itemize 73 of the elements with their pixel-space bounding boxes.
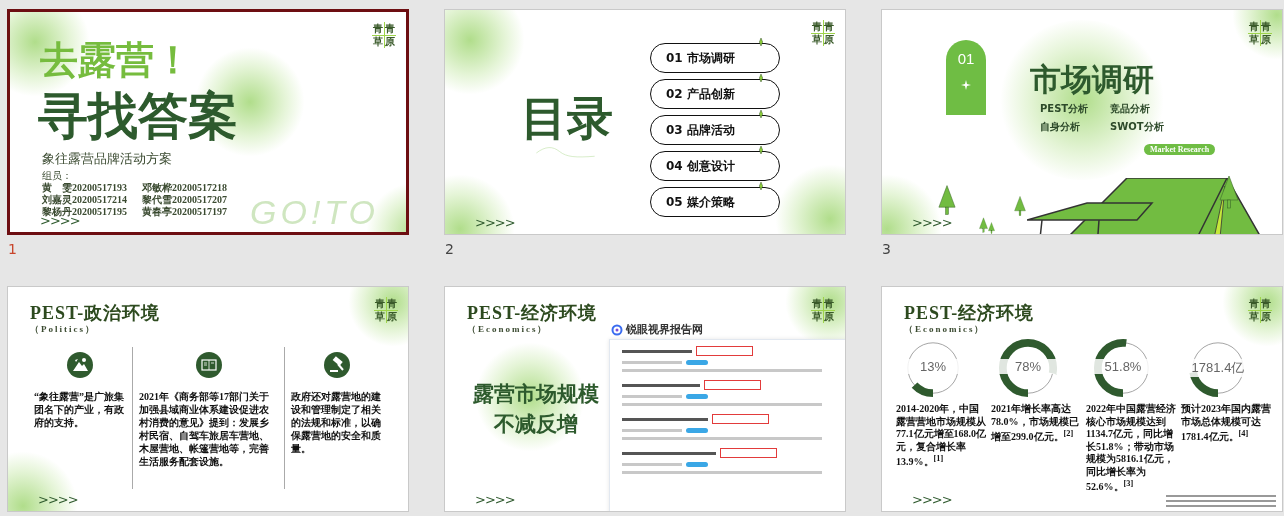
slide-title: 市场调研 [1030, 62, 1154, 98]
arrow-marks: >>>> [912, 492, 952, 507]
brand-logo: 青 青 草 原 [811, 297, 835, 323]
topic-label: 竞品分析 [1110, 102, 1151, 116]
contents-item: 01 市场调研 [650, 43, 780, 73]
tree-icon [1014, 196, 1026, 216]
mountain-icon [67, 352, 93, 378]
slide-headline: 不减反增 [494, 411, 578, 438]
section-badge: 01 [946, 40, 986, 115]
diamond-icon [757, 109, 765, 119]
arrow-marks: >>>> [912, 215, 952, 230]
column-text: 2021年《商务部等17部门关于加强县域商业体系建设促进农村消费的意见》提到：发展乡村民宿、自驾车旅居车营地、木屋营地、帐篷营地等，完善生活服务配套设施。 [139, 390, 270, 468]
brand-logo: 青 青 草 原 [1248, 20, 1272, 46]
diamond-icon [757, 181, 765, 191]
member-entry: 黄 雯20200517193 [42, 182, 128, 194]
brand-logo: 青 青 草 原 [372, 22, 396, 48]
slide-thumbnail[interactable]: PEST-经济环境 （Economics） 露营市场规模 不减反增 锐眼视界报告网 青 青 草 原 >>>> [444, 286, 846, 512]
slide-title: PEST-政治环境 [30, 302, 161, 325]
brand-logo: 青 青 草 原 [374, 297, 398, 323]
site-name: 锐眼视界报告网 [626, 322, 703, 337]
slide-thumbnail[interactable]: 01 市场调研 PEST分析 竞品分析 自身分析 SWOT分析 Market Research 青 青 草 原 >>>> [881, 9, 1283, 235]
topic-label: 自身分析 [1040, 120, 1081, 134]
slide-number: 3 [882, 241, 891, 257]
member-entry: 邓敏桦20200517218 [142, 182, 228, 194]
slide-thumbnail[interactable]: PEST-政治环境 （Politics） “象往露营”是广旅集团名下的产业，有政府的支持。 2021年《商务部等17部门关于加强县域商业体系建设促进农村消费的意见》提到：发展乡村民宿、自驾车旅居车营地、木屋营地、帐篷营地等，完善生活服务配套设施。 政府还对露营地的建设和管理制定了相关的法规和标准，以确保露营地的安全和质量。 青 青 草 原 >>>> [7, 286, 409, 512]
slide-subtitle: （Politics） [30, 323, 96, 336]
tree-icon [1219, 173, 1239, 211]
topic-label: SWOT分析 [1110, 120, 1165, 134]
stat-description: 2021年增长率高达78.0%，市场规模已增至299.0亿元。$^{[2]}$ [991, 403, 1080, 444]
arrow-marks: >>>> [38, 492, 78, 507]
brand-logo: 青 青 草 原 [1248, 297, 1272, 323]
slide-number: 2 [445, 241, 454, 257]
slide-title: 目录 [521, 94, 613, 144]
diamond-icon [757, 145, 765, 155]
slide-subtitle: （Economics） [904, 323, 986, 336]
arrow-marks: >>>> [475, 215, 515, 230]
slide-headline: 去露营！ [40, 38, 192, 82]
diamond-icon [757, 37, 765, 47]
brand-logo: 青 青 草 原 [811, 20, 835, 46]
slide-subtitle: 象往露营品牌活动方案 [42, 150, 172, 168]
tree-icon [979, 217, 988, 233]
diamond-icon [757, 73, 765, 83]
slide-title: PEST-经济环境 [467, 302, 598, 325]
slide-headline: 露营市场规模 [473, 381, 599, 408]
column-text: 政府还对露营地的建设和管理制定了相关的法规和标准，以确保露营地的安全和质量。 [291, 390, 382, 455]
watermark-text: GO!TO [250, 192, 379, 232]
stat-description: 预计2023年国内露营市场总体规模可达1781.4亿元。$^{[4]}$ [1181, 403, 1271, 444]
slide-title: 寻找答案 [38, 87, 238, 146]
site-logo-icon [611, 323, 623, 336]
member-entry: 黄春亭20200517197 [142, 206, 228, 218]
contents-item: 03 品牌活动 [650, 115, 780, 145]
arrow-marks: >>>> [475, 492, 515, 507]
topic-label: PEST分析 [1040, 102, 1090, 116]
stat-description: 2014-2020年，中国露营营地市场规模从77.1亿元增至168.0亿元，复合增长率13.9%。$^{[1]}$ [896, 403, 986, 469]
member-entry: 刘嘉灵20200517214 [42, 194, 128, 206]
member-entry: 黎代雪20200517207 [142, 194, 228, 206]
slide-number: 1 [8, 241, 17, 257]
contents-item: 05 媒介策略 [650, 187, 780, 217]
contents-item: 04 创意设计 [650, 151, 780, 181]
members-label: 组员： [42, 169, 72, 182]
slide-title: PEST-经济环境 [904, 302, 1035, 325]
contents-item: 02 产品创新 [650, 79, 780, 109]
column-text: “象往露营”是广旅集团名下的产业，有政府的支持。 [34, 390, 125, 429]
tree-icon [938, 185, 956, 215]
tag-pill: Market Research [1144, 144, 1216, 155]
sparkle-icon [961, 80, 971, 90]
book-icon [195, 352, 222, 378]
progress-ring: 78% [997, 337, 1059, 399]
gavel-icon [323, 352, 350, 378]
slide-thumbnail[interactable] [881, 286, 1283, 512]
slide-thumbnail[interactable]: 目录 01 市场调研 02 产品创新 03 品牌活动 04 创意设计 05 媒介策略 青 青 草 原 >>>> [444, 9, 846, 235]
stat-description: 2022年中国露营经济核心市场规模达到1134.7亿元，同比增长51.8%；带动市场规模为5816.1亿元，同比增长率为52.6%。$^{[3]}$ [1086, 403, 1176, 494]
slide-subtitle: （Economics） [467, 323, 549, 336]
